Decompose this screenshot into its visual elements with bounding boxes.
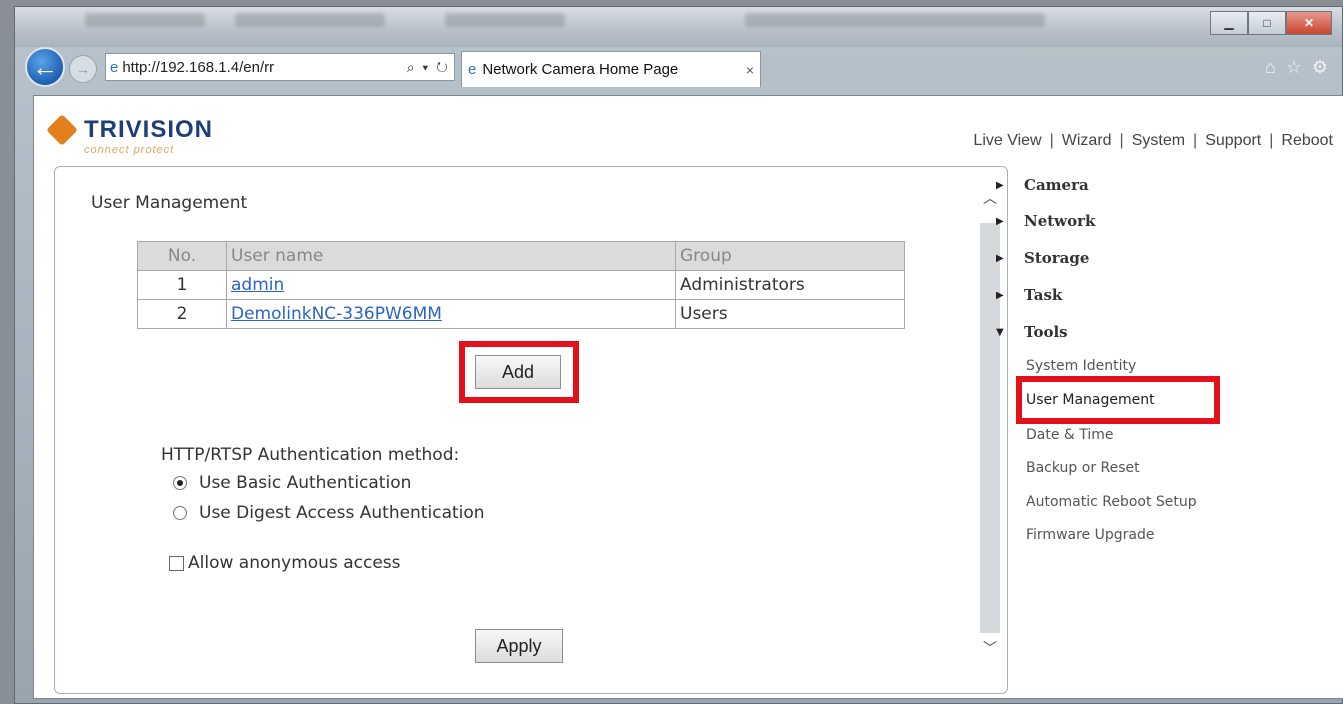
table-row: 1 admin Administrators [137,270,905,300]
scroll-thumb[interactable] [980,223,1000,633]
tab-title: Network Camera Home Page [482,61,679,78]
sidebar-subitem-backup-reset[interactable]: Backup or Reset [1026,460,1140,476]
radio-basic-auth[interactable]: Use Basic Authentication [173,473,411,493]
nav-reboot[interactable]: Reboot [1281,132,1333,150]
cell-no: 1 [137,270,227,300]
back-arrow-icon: ← [32,51,58,82]
expand-arrow-icon: ▶ [996,215,1004,227]
page-title: User Management [91,193,248,213]
logo-mark-icon [46,114,78,146]
col-header-username: User name [226,241,676,271]
sidebar-item-tools[interactable]: ▼ Tools [996,323,1068,341]
expand-arrow-icon: ▶ [996,252,1004,264]
cell-group: Users [675,299,905,329]
home-icon[interactable]: ⌂ [1265,57,1276,78]
expand-arrow-icon: ▶ [996,289,1004,301]
logo-word: TRIVISION [84,116,214,143]
table-row: 2 DemolinkNC-336PW6MM Users [137,299,905,329]
browser-window: ▁ □ ✕ ← → e http://192.168.1.4/en/rr ⌕ ▾… [14,6,1343,704]
close-window-button[interactable]: ✕ [1286,11,1332,35]
browser-icons: ⌂ ☆ ⚙ [1265,57,1328,78]
radio-label: Use Digest Access Authentication [199,503,485,523]
expand-arrow-icon: ▶ [996,179,1004,191]
radio-button[interactable] [173,506,187,520]
user-table: No. User name Group 1 admin Administrato… [137,241,905,329]
browser-tab[interactable]: e Network Camera Home Page × [461,51,761,87]
window-controls: ▁ □ ✕ [1210,11,1332,35]
maximize-button[interactable]: □ [1248,11,1286,35]
cell-no: 2 [137,299,227,329]
user-link-admin[interactable]: admin [231,275,284,295]
collapse-arrow-icon: ▼ [996,326,1004,338]
apply-button[interactable]: Apply [475,629,563,663]
anonymous-checkbox[interactable] [169,555,184,571]
top-navigation: Live View | Wizard | System | Support | … [973,132,1333,150]
browser-toolbar: ← → e http://192.168.1.4/en/rr ⌕ ▾ ↻ e N… [15,39,1342,95]
sidebar-item-camera[interactable]: ▶ Camera [996,176,1089,194]
scroll-down-icon[interactable]: ﹀ [979,637,1001,659]
sidebar-subitem-date-time[interactable]: Date & Time [1026,427,1114,443]
anonymous-label: Allow anonymous access [188,553,401,573]
radio-button[interactable] [173,476,187,490]
auth-method-label: HTTP/RTSP Authentication method: [161,445,460,465]
user-link-demolink[interactable]: DemolinkNC-336PW6MM [231,304,442,324]
cell-username: DemolinkNC-336PW6MM [226,299,676,329]
address-text: http://192.168.1.4/en/rr [122,58,275,76]
radio-digest-auth[interactable]: Use Digest Access Authentication [173,503,485,523]
sidebar-subitem-user-management[interactable]: User Management [1026,392,1155,408]
table-header-row: No. User name Group [137,241,905,271]
sidebar-item-storage[interactable]: ▶ Storage [996,249,1089,267]
search-refresh-icons[interactable]: ⌕ ▾ ↻ [407,59,450,76]
address-bar[interactable]: e http://192.168.1.4/en/rr ⌕ ▾ ↻ [105,53,455,81]
col-header-no: No. [137,241,227,271]
sidebar-subitem-firmware-upgrade[interactable]: Firmware Upgrade [1026,527,1154,543]
ie-tab-icon: e [468,61,477,78]
nav-live-view[interactable]: Live View [973,132,1041,150]
favorites-star-icon[interactable]: ☆ [1286,57,1302,78]
tab-close-icon[interactable]: × [746,62,754,78]
nav-system[interactable]: System [1132,132,1185,150]
minimize-button[interactable]: ▁ [1210,11,1248,35]
forward-arrow-icon: → [76,61,90,77]
add-user-button[interactable]: Add [475,355,561,389]
sidebar-subitem-system-identity[interactable]: System Identity [1026,358,1136,374]
anonymous-access-option[interactable]: Allow anonymous access [169,553,401,573]
back-button[interactable]: ← [25,47,65,87]
forward-button[interactable]: → [69,55,97,83]
nav-support[interactable]: Support [1205,132,1261,150]
content-panel: User Management No. User name Group 1 ad… [54,166,1008,694]
trivision-logo: TRIVISION connect protect [46,110,248,156]
cell-username: admin [226,270,676,300]
nav-wizard[interactable]: Wizard [1062,132,1112,150]
settings-gear-icon[interactable]: ⚙ [1312,57,1328,78]
ie-page-icon: e [110,58,119,76]
col-header-group: Group [675,241,905,271]
radio-label: Use Basic Authentication [199,473,412,493]
sidebar-item-task[interactable]: ▶ Task [996,286,1062,304]
sidebar-item-network[interactable]: ▶ Network [996,212,1095,230]
logo-tagline: connect protect [84,144,175,156]
sidebar-subitem-auto-reboot[interactable]: Automatic Reboot Setup [1026,494,1197,510]
cell-group: Administrators [675,270,905,300]
